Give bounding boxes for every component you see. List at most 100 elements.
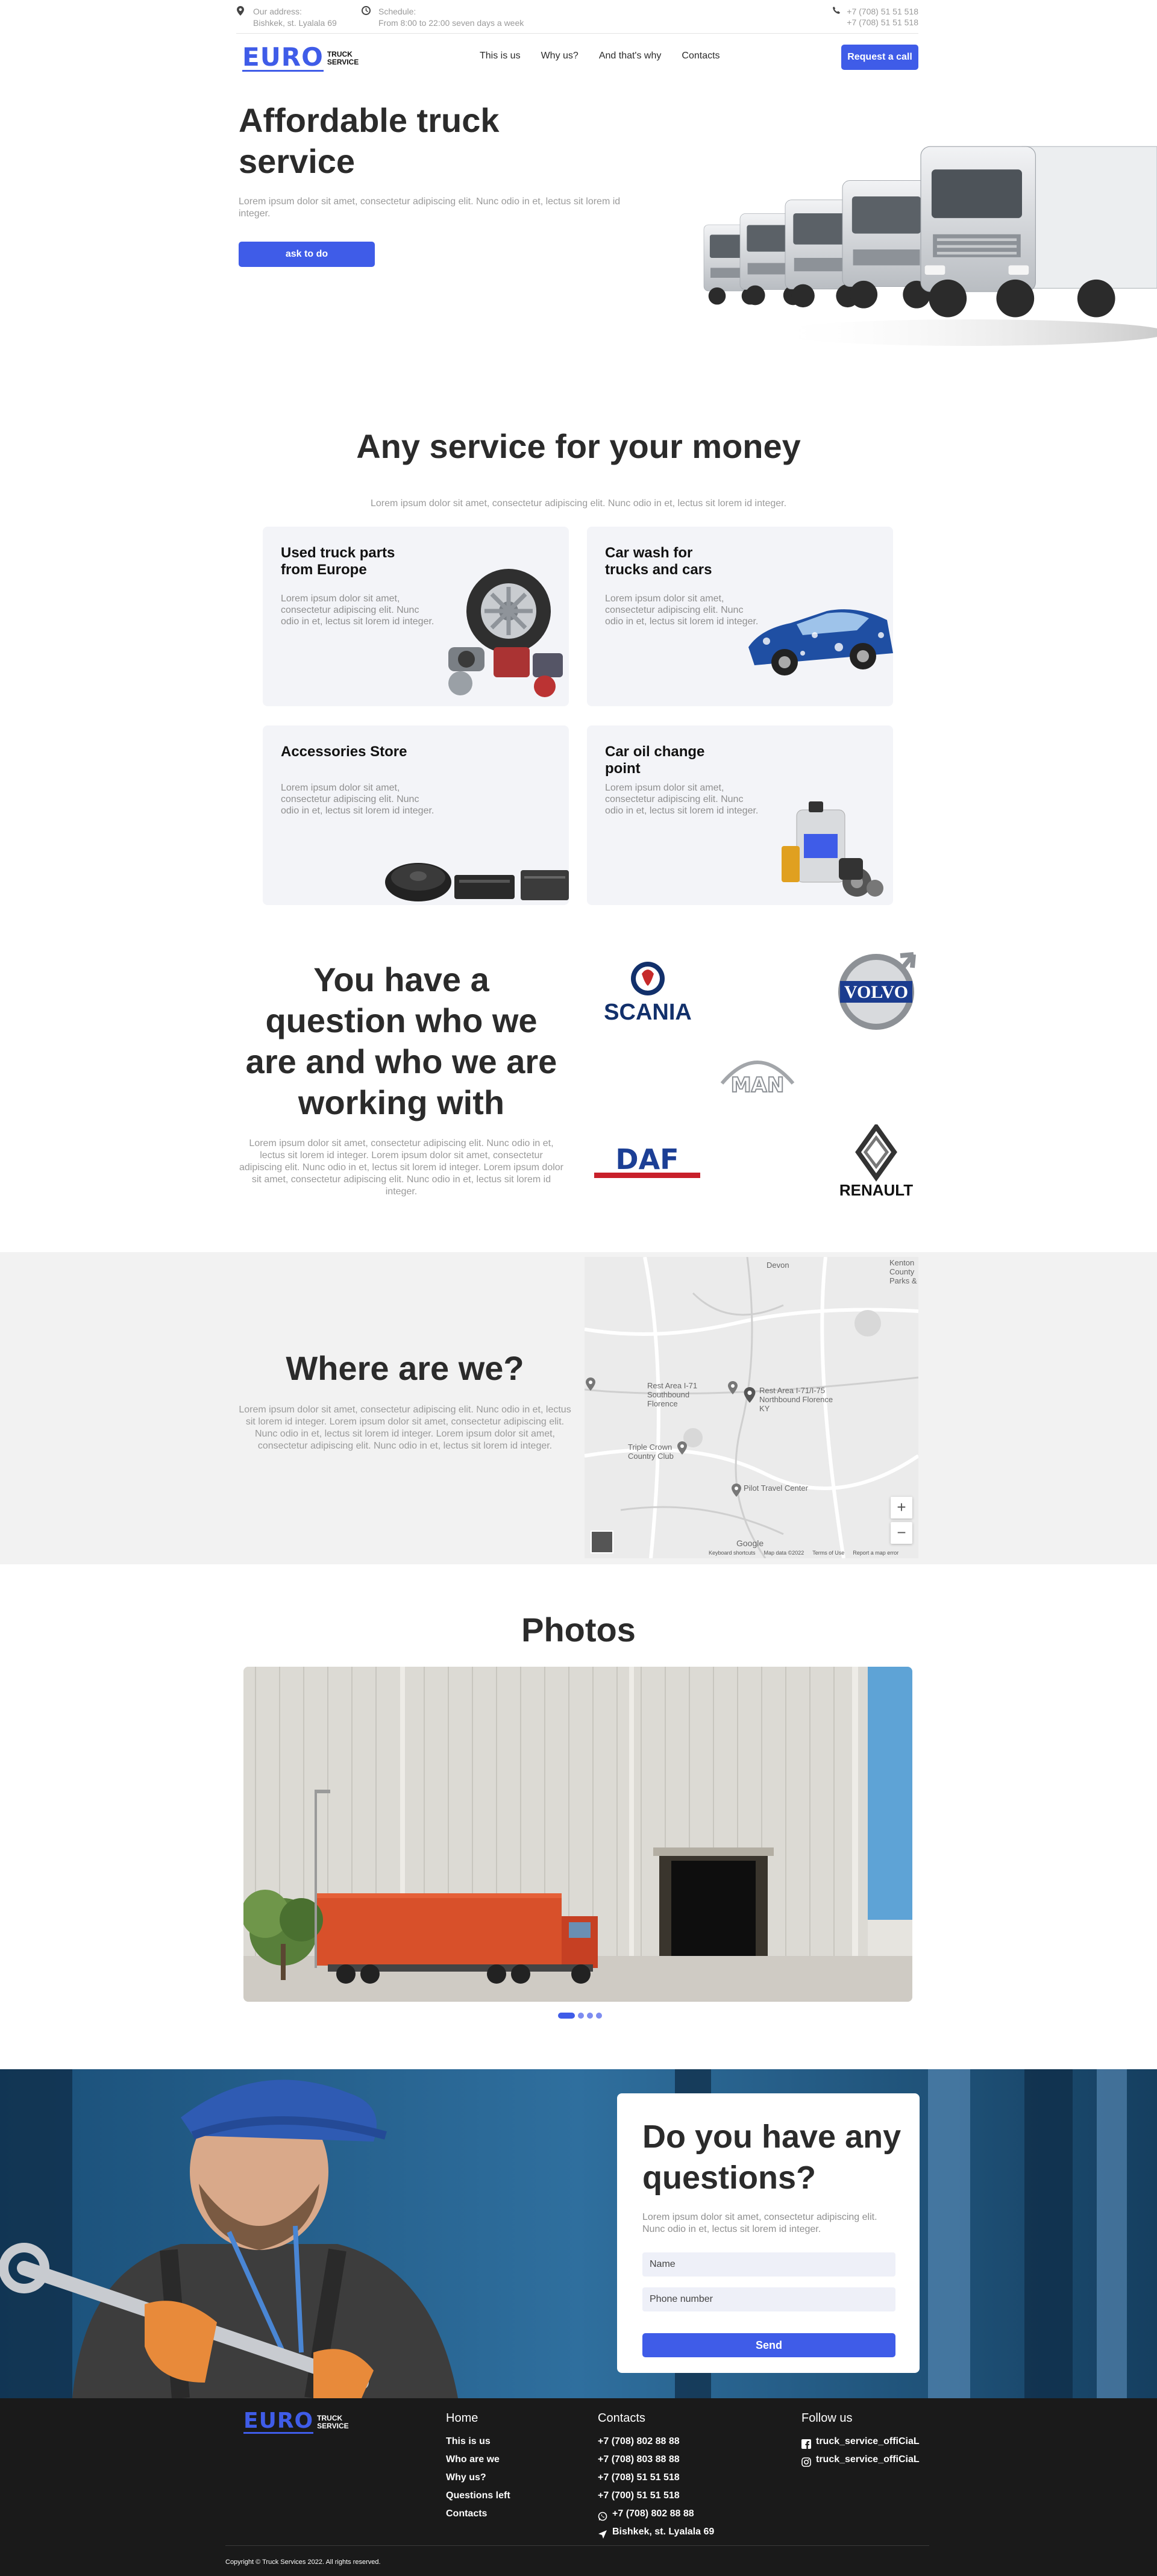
card-title: Car oil change point [605, 744, 705, 777]
footer-address-text: Bishkek, st. Lyalala 69 [612, 2527, 715, 2537]
slider-dots [558, 2013, 602, 2019]
google-brand: Google [736, 1538, 764, 1548]
footer: EURO TRUCK SERVICE Home This is us Who a… [0, 2398, 1157, 2576]
nav-item-this-is-us[interactable]: This is us [480, 51, 521, 61]
footer-home-heading[interactable]: Home [446, 2411, 510, 2425]
card-title: Used truck parts from Europe [281, 545, 395, 578]
hero-title: Affordable truck service [239, 101, 500, 180]
send-button[interactable]: Send [642, 2333, 895, 2357]
man-wordmark: MAN [731, 1073, 785, 1095]
nav-item-contacts[interactable]: Contacts [682, 51, 720, 61]
address-block: Our address: Bishkek, st. Lyalala 69 [236, 6, 337, 29]
logo-line-2: SERVICE [317, 2421, 349, 2430]
contact-title: Do you have any questions? [642, 2119, 901, 2196]
phone-link-1[interactable]: +7 (708) 51 51 518 [847, 6, 918, 17]
schedule-block: Schedule: From 8:00 to 22:00 seven days … [362, 6, 524, 29]
card-text: Lorem ipsum dolor sit amet, consectetur … [605, 783, 759, 816]
map-pin-icon[interactable] [728, 1381, 738, 1397]
contact-section [0, 2069, 1157, 2398]
map-layer-thumbnail[interactable] [591, 1531, 613, 1553]
footer-follow-column: Follow us truck_service_offiCiaL truck_s… [801, 2411, 920, 2469]
phone-icon [832, 6, 841, 17]
footer-instagram-link[interactable]: truck_service_offiCiaL [801, 2451, 920, 2469]
map-footer: Keyboard shortcuts Map data ©2022 Terms … [709, 1550, 898, 1556]
card-text: Lorem ipsum dolor sit amet, consectetur … [605, 594, 759, 627]
name-input[interactable] [642, 2252, 895, 2277]
footer-divider [225, 2545, 929, 2546]
footer-phone-4[interactable]: +7 (700) 51 51 518 [598, 2487, 714, 2505]
schedule-label: Schedule: [378, 7, 416, 16]
footer-whatsapp[interactable]: +7 (708) 802 88 88 [598, 2505, 714, 2523]
clock-icon [362, 6, 374, 18]
service-card-oil-change[interactable]: Car oil change point Lorem ipsum dolor s… [587, 725, 893, 905]
footer-facebook-handle: truck_service_offiCiaL [816, 2436, 920, 2446]
map-label-rest-area-sb: Rest Area I-71 Southbound Florence [647, 1381, 698, 1408]
card-text: Lorem ipsum dolor sit amet, consectetur … [281, 783, 434, 816]
footer-phone-2[interactable]: +7 (708) 803 88 88 [598, 2451, 714, 2469]
phone-number-input[interactable] [642, 2287, 895, 2311]
logo-subtitle: TRUCK SERVICE [327, 50, 359, 66]
footer-contacts-heading: Contacts [598, 2411, 645, 2425]
volvo-logo: VOLVO [836, 950, 918, 1030]
footer-link-this-is-us[interactable]: This is us [446, 2433, 510, 2451]
card-title: Car wash for trucks and cars [605, 545, 712, 578]
map-pin-icon[interactable] [586, 1377, 595, 1394]
renault-wordmark: RENAULT [839, 1181, 913, 1199]
ask-to-do-button[interactable]: ask to do [239, 242, 375, 267]
schedule-value: From 8:00 to 22:00 seven days a week [378, 18, 524, 28]
daf-wordmark: DAF [615, 1145, 679, 1176]
contact-text: Lorem ipsum dolor sit amet, consectetur … [642, 2212, 877, 2234]
map-label-kenton: Kenton County Parks & [889, 1258, 917, 1285]
contact-form: Do you have any questions? Lorem ipsum d… [617, 2093, 920, 2373]
nav-item-and-thats-why[interactable]: And that's why [599, 51, 662, 61]
scania-logo: SCANIA [592, 961, 704, 1025]
services-text: Lorem ipsum dolor sit amet, consectetur … [370, 498, 787, 509]
map-terms-link[interactable]: Terms of Use [812, 1550, 844, 1556]
map-pin-icon[interactable] [744, 1387, 756, 1406]
map-label-devon: Devon [767, 1261, 789, 1270]
footer-link-why-us[interactable]: Why us? [446, 2469, 510, 2487]
footer-facebook-link[interactable]: truck_service_offiCiaL [801, 2433, 920, 2451]
brands-title: You have a question who we are and who w… [245, 961, 557, 1121]
map-pin-icon[interactable] [732, 1484, 741, 1500]
nav-item-why-us[interactable]: Why us? [541, 51, 578, 61]
navigation-arrow-icon [598, 2527, 607, 2539]
brands-text: Lorem ipsum dolor sit amet, consectetur … [239, 1138, 564, 1197]
photo-slider[interactable] [243, 1667, 912, 2002]
location-section [0, 1252, 1157, 1564]
map-report-error-link[interactable]: Report a map error [853, 1550, 898, 1556]
whatsapp-icon [598, 2509, 607, 2521]
hero-trucks-image [668, 128, 1157, 369]
footer-home-column: Home This is us Who are we Why us? Quest… [446, 2411, 510, 2523]
footer-phone-1[interactable]: +7 (708) 802 88 88 [598, 2433, 714, 2451]
slider-dot-3[interactable] [587, 2013, 593, 2019]
request-call-button[interactable]: Request a call [841, 45, 918, 70]
footer-instagram-handle: truck_service_offiCiaL [816, 2454, 920, 2465]
map-pin-icon[interactable] [677, 1441, 687, 1458]
footer-follow-heading: Follow us [801, 2411, 853, 2425]
map-keyboard-shortcuts-link[interactable]: Keyboard shortcuts [709, 1550, 756, 1556]
slider-dot-2[interactable] [578, 2013, 584, 2019]
google-map[interactable]: Devon Kenton County Parks & Rest Area I-… [585, 1257, 918, 1558]
top-info-bar: Our address: Bishkek, st. Lyalala 69 Sch… [236, 0, 918, 34]
header-logo[interactable]: EURO TRUCK SERVICE [242, 45, 359, 72]
footer-link-questions-left[interactable]: Questions left [446, 2487, 510, 2505]
service-card-accessories[interactable]: Accessories Store Lorem ipsum dolor sit … [263, 725, 569, 905]
accessories-image [382, 852, 569, 905]
footer-logo[interactable]: EURO TRUCK SERVICE [243, 2410, 349, 2434]
location-text: Lorem ipsum dolor sit amet, consectetur … [239, 1405, 571, 1451]
slider-dot-4[interactable] [596, 2013, 602, 2019]
daf-logo: DAF [593, 1143, 701, 1180]
facebook-icon [801, 2437, 811, 2449]
phone-link-2[interactable]: +7 (708) 51 51 518 [832, 17, 918, 28]
map-zoom-out-button[interactable]: − [891, 1522, 912, 1544]
phone-block: +7 (708) 51 51 518 +7 (708) 51 51 518 [832, 6, 918, 28]
service-card-car-wash[interactable]: Car wash for trucks and cars Lorem ipsum… [587, 527, 893, 706]
service-card-truck-parts[interactable]: Used truck parts from Europe Lorem ipsum… [263, 527, 569, 706]
map-data-notice: Map data ©2022 [763, 1550, 804, 1556]
footer-link-contacts[interactable]: Contacts [446, 2505, 510, 2523]
slider-dot-1[interactable] [558, 2013, 575, 2019]
footer-link-who-are-we[interactable]: Who are we [446, 2451, 510, 2469]
map-zoom-in-button[interactable]: + [891, 1497, 912, 1518]
footer-phone-3[interactable]: +7 (708) 51 51 518 [598, 2469, 714, 2487]
